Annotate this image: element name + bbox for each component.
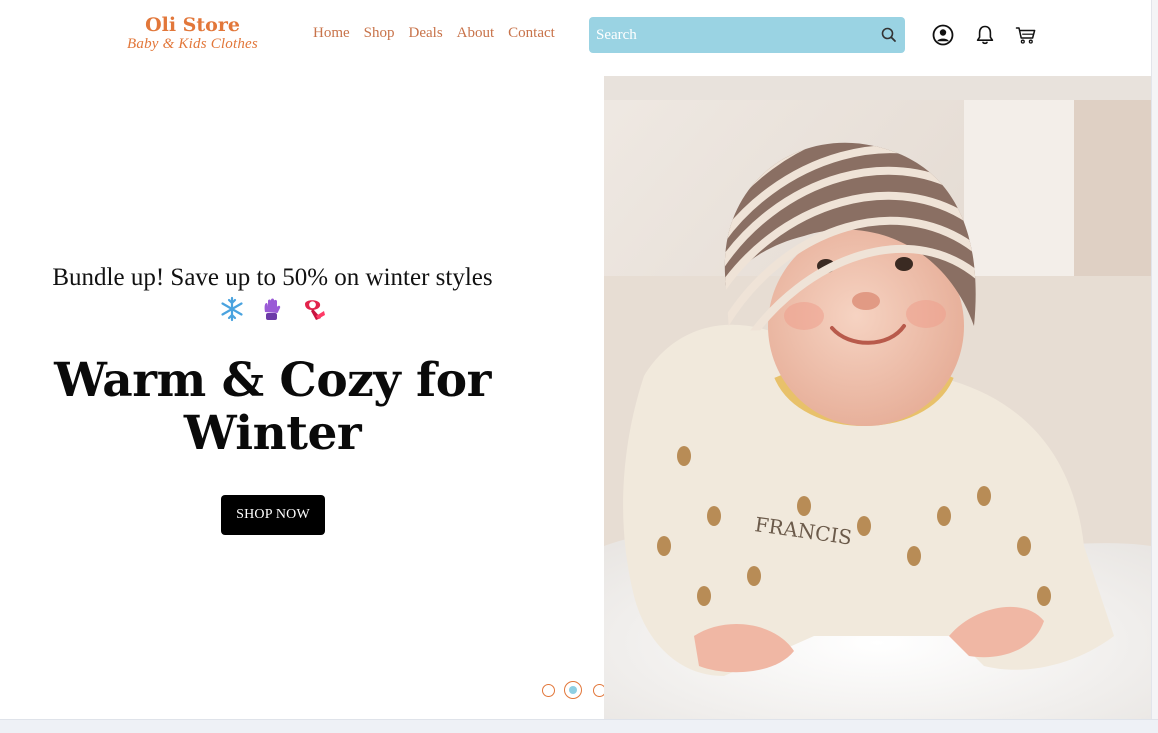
promo-text: Bundle up! Save up to 50% on winter styl…: [52, 264, 493, 291]
page: Oli Store Baby & Kids Clothes Home Shop …: [0, 0, 1151, 719]
headline-line-2: Winter: [183, 406, 362, 461]
hero-image: FRANCIS: [604, 76, 1151, 719]
scrollbar-track[interactable]: [1151, 0, 1158, 732]
user-circle-icon[interactable]: [931, 23, 955, 47]
cart-icon[interactable]: [1014, 23, 1038, 47]
promo-emojis: [0, 296, 545, 326]
nav-deals[interactable]: Deals: [409, 24, 443, 42]
nav-home[interactable]: Home: [313, 24, 350, 42]
baby-in-striped-beanie-photo: FRANCIS: [604, 76, 1151, 719]
nav-shop[interactable]: Shop: [364, 24, 395, 42]
hero-content: Bundle up! Save up to 50% on winter styl…: [0, 72, 606, 719]
logo-tagline: Baby & Kids Clothes: [127, 36, 258, 52]
nav-about[interactable]: About: [457, 24, 495, 42]
bottom-strip: [0, 719, 1158, 733]
bell-icon[interactable]: [973, 23, 997, 47]
search-input[interactable]: [589, 17, 866, 53]
store-logo[interactable]: Oli Store Baby & Kids Clothes: [110, 14, 275, 52]
glove-icon: [264, 298, 280, 320]
headline-line-1: Warm & Cozy for: [54, 353, 491, 408]
search-icon[interactable]: [879, 25, 899, 45]
logo-title: Oli Store: [145, 14, 240, 36]
main-nav: Home Shop Deals About Contact: [313, 24, 569, 42]
hero-headline: Warm & Cozy for Winter: [0, 354, 545, 460]
nav-contact[interactable]: Contact: [508, 24, 555, 42]
scarf-icon: [304, 300, 325, 320]
snowflake-icon: [220, 296, 243, 322]
carousel-dot-2[interactable]: [564, 681, 582, 699]
carousel-dot-1[interactable]: [542, 684, 555, 697]
search-bar: [589, 17, 905, 53]
shop-now-button[interactable]: SHOP NOW: [221, 495, 325, 535]
site-header: Oli Store Baby & Kids Clothes Home Shop …: [0, 0, 1151, 72]
